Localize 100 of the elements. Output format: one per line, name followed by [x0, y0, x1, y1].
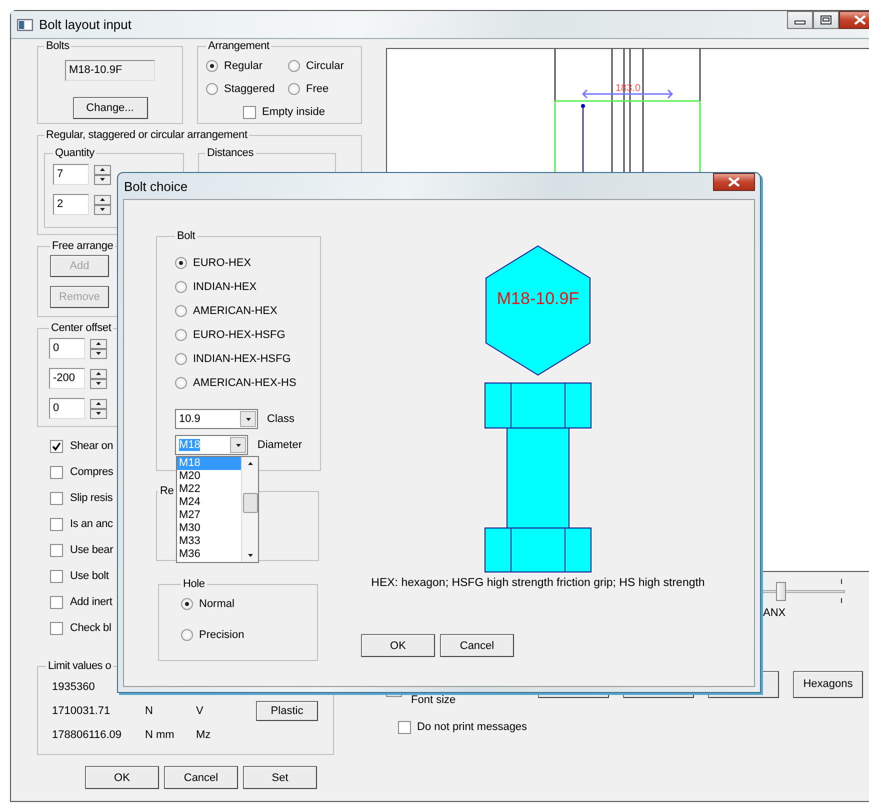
spin-down-button[interactable] — [94, 174, 111, 184]
list-item[interactable]: M30 — [177, 522, 241, 535]
radio-button[interactable] — [181, 629, 193, 641]
checkbox-label[interactable]: Empty inside — [262, 106, 325, 118]
scroll-thumb[interactable] — [243, 493, 258, 513]
spin-down-button[interactable] — [94, 204, 111, 214]
spin-down-button[interactable] — [90, 408, 107, 418]
radio-button[interactable] — [175, 377, 187, 389]
close-button[interactable] — [839, 11, 869, 29]
list-item[interactable]: M36 — [177, 548, 241, 561]
radio-button[interactable] — [206, 60, 218, 72]
spin-down-button[interactable] — [90, 348, 107, 358]
checkbox[interactable] — [50, 466, 63, 478]
radio-label[interactable]: AMERICAN-HEX-HS — [193, 377, 296, 389]
caret-down-icon — [96, 412, 101, 415]
spin-up-button[interactable] — [90, 398, 107, 408]
radio-label[interactable]: EURO-HEX-HSFG — [193, 329, 286, 341]
field-label: Diameter — [257, 439, 302, 451]
class-dropdown[interactable]: 10.9 — [175, 409, 258, 429]
minimize-button[interactable] — [787, 11, 813, 29]
push-button[interactable]: Cancel — [164, 766, 238, 789]
checkbox[interactable] — [50, 544, 63, 556]
radio-label[interactable]: Free — [306, 83, 329, 95]
checkbox[interactable] — [50, 492, 63, 504]
dialog-title: Bolt choice — [124, 178, 188, 194]
spin-down-button[interactable] — [90, 378, 107, 388]
checkbox[interactable] — [50, 596, 63, 608]
checkbox-label[interactable]: Do not print messages — [417, 721, 528, 733]
checkbox-label[interactable]: Add inert — [70, 596, 112, 608]
group-title: Arrangement — [207, 39, 270, 53]
radio-button[interactable] — [206, 83, 218, 95]
radio-label[interactable]: EURO-HEX — [193, 257, 252, 269]
radio-label[interactable]: Regular — [224, 60, 263, 72]
dropdown-button[interactable] — [230, 437, 246, 453]
push-button[interactable]: OK — [361, 634, 435, 657]
caret-up-icon — [248, 462, 252, 465]
spin-up-button[interactable] — [90, 368, 107, 378]
close-button[interactable] — [713, 173, 755, 191]
checkbox[interactable] — [50, 440, 63, 452]
group-title: Limit values o — [47, 659, 112, 673]
number-field[interactable]: -200 — [49, 368, 85, 389]
list-item[interactable]: M20 — [177, 470, 241, 483]
radio-button[interactable] — [175, 353, 187, 365]
quantity-label: Mz — [196, 729, 212, 741]
close-icon — [727, 177, 741, 187]
radio-button[interactable] — [175, 305, 187, 317]
spin-up-button[interactable] — [90, 338, 107, 348]
radio-label[interactable]: Normal — [199, 598, 234, 610]
number-field[interactable]: 0 — [49, 398, 85, 419]
radio-label[interactable]: Precision — [199, 629, 244, 641]
push-button[interactable]: Set — [243, 766, 317, 789]
number-field[interactable]: 2 — [53, 194, 89, 215]
radio-label[interactable]: INDIAN-HEX — [193, 281, 257, 293]
dropdown-button[interactable] — [240, 411, 256, 427]
caret-down-icon — [236, 444, 241, 446]
maximize-icon — [820, 15, 832, 25]
hexagons-button[interactable]: Hexagons — [793, 670, 863, 698]
radio-button[interactable] — [175, 257, 187, 269]
list-item[interactable]: M27 — [177, 509, 241, 522]
radio-label[interactable]: INDIAN-HEX-HSFG — [193, 353, 291, 365]
number-field[interactable]: 0 — [49, 338, 85, 359]
checkbox[interactable] — [243, 106, 256, 118]
quantity-label: V — [196, 705, 204, 717]
checkbox-label[interactable]: Check bl — [70, 622, 112, 634]
plastic-button[interactable]: Plastic — [256, 701, 318, 721]
checkbox-label[interactable]: Is an anc — [70, 518, 113, 530]
radio-label[interactable]: Circular — [306, 60, 344, 72]
caret-up-icon — [100, 198, 105, 201]
spin-up-button[interactable] — [94, 164, 111, 174]
checkbox[interactable] — [50, 570, 63, 582]
caret-down-icon — [248, 554, 252, 557]
checkbox-label[interactable]: Use bolt — [70, 570, 109, 582]
list-item[interactable]: M22 — [177, 483, 241, 496]
checkbox[interactable] — [50, 518, 63, 530]
push-button[interactable]: Cancel — [440, 634, 514, 657]
checkbox[interactable] — [50, 622, 63, 634]
list-item[interactable]: M24 — [177, 496, 241, 509]
scrollbar[interactable] — [241, 457, 258, 562]
push-button[interactable]: OK — [85, 766, 159, 789]
checkbox-label[interactable]: Slip resis — [70, 492, 113, 504]
maximize-button[interactable] — [813, 11, 839, 29]
slider-thumb[interactable] — [776, 582, 786, 601]
window-title: Bolt layout input — [39, 17, 132, 32]
checkbox-label[interactable]: Use bear — [70, 544, 114, 556]
checkbox-label[interactable]: Compres — [70, 466, 114, 478]
checkbox[interactable] — [398, 720, 411, 734]
radio-label[interactable]: Staggered — [224, 83, 275, 95]
radio-button[interactable] — [288, 60, 300, 72]
radio-button[interactable] — [181, 598, 193, 610]
radio-button[interactable] — [288, 83, 300, 95]
number-field[interactable]: 7 — [53, 164, 89, 185]
change-button[interactable]: Change... — [72, 97, 148, 119]
list-item[interactable]: M33 — [177, 535, 241, 548]
checkbox-label[interactable]: Shear on — [70, 440, 114, 452]
radio-label[interactable]: AMERICAN-HEX — [193, 305, 278, 317]
field-label: Class — [267, 413, 295, 425]
group-title: Re — [159, 484, 175, 498]
spin-up-button[interactable] — [94, 194, 111, 204]
radio-button[interactable] — [175, 329, 187, 341]
radio-button[interactable] — [175, 281, 187, 293]
